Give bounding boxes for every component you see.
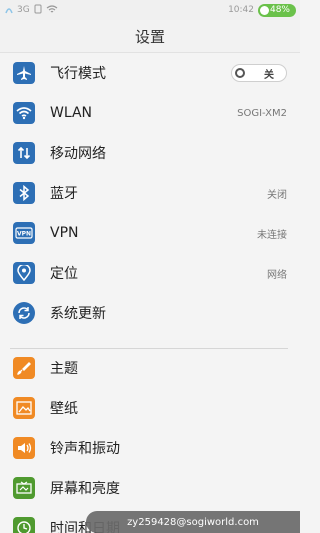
airplane-icon: [13, 62, 35, 84]
sim-icon: [34, 4, 42, 17]
setting-value: 未连接: [257, 229, 287, 241]
display-icon: [13, 477, 35, 499]
battery-indicator: 48%: [258, 3, 296, 17]
network-type: 3G: [17, 5, 30, 15]
sync-icon: [13, 302, 35, 324]
setting-value: 关闭: [267, 189, 287, 201]
setting-label: 屏幕和亮度: [50, 481, 120, 497]
bluetooth-icon: [13, 182, 35, 204]
mobile-data-icon: [13, 142, 35, 164]
vpn-icon: VPN: [13, 222, 35, 244]
setting-label: 定位: [50, 266, 78, 282]
wifi-icon: [13, 102, 35, 124]
signal-icon: [5, 4, 13, 17]
svg-text:VPN: VPN: [17, 231, 31, 238]
setting-bluetooth[interactable]: 蓝牙 关闭: [0, 173, 300, 213]
setting-label: 主题: [50, 361, 78, 377]
account-toast: zy259428@sogiworld.com: [86, 511, 300, 533]
setting-label: 铃声和振动: [50, 441, 120, 457]
setting-system-update[interactable]: 系统更新: [0, 293, 300, 333]
setting-location[interactable]: 定位 网络: [0, 253, 300, 293]
setting-wallpaper[interactable]: 壁纸: [0, 388, 300, 428]
setting-vpn[interactable]: VPN VPN 未连接: [0, 213, 300, 253]
wifi-status-icon: [46, 4, 58, 17]
wallpaper-icon: [13, 397, 35, 419]
setting-value: 网络: [267, 269, 287, 281]
sound-icon: [13, 437, 35, 459]
setting-label: VPN: [50, 225, 79, 241]
theme-icon: [13, 357, 35, 379]
setting-label: 移动网络: [50, 146, 106, 162]
setting-value: SOGI-XM2: [237, 107, 287, 119]
setting-label: 飞行模式: [50, 66, 106, 82]
setting-airplane-mode[interactable]: 飞行模式 关: [0, 53, 300, 93]
location-icon: [13, 262, 35, 284]
toggle-knob: [235, 68, 245, 78]
setting-wlan[interactable]: WLAN SOGI-XM2: [0, 93, 300, 133]
setting-label: 系统更新: [50, 306, 106, 322]
setting-mobile-network[interactable]: 移动网络: [0, 133, 300, 173]
clock-icon: [13, 517, 35, 533]
setting-sound-vibration[interactable]: 铃声和振动: [0, 428, 300, 468]
toggle-state: 关: [264, 69, 274, 81]
clock-time: 10:42: [228, 5, 254, 15]
setting-label: 蓝牙: [50, 186, 78, 202]
setting-label: 壁纸: [50, 401, 78, 417]
setting-display-brightness[interactable]: 屏幕和亮度: [0, 468, 300, 508]
setting-label: WLAN: [50, 105, 93, 121]
page-title: 设置: [0, 20, 300, 53]
setting-theme[interactable]: 主题: [0, 348, 300, 388]
status-bar: 3G 10:42 48%: [0, 0, 300, 20]
airplane-mode-toggle[interactable]: 关: [231, 64, 287, 82]
